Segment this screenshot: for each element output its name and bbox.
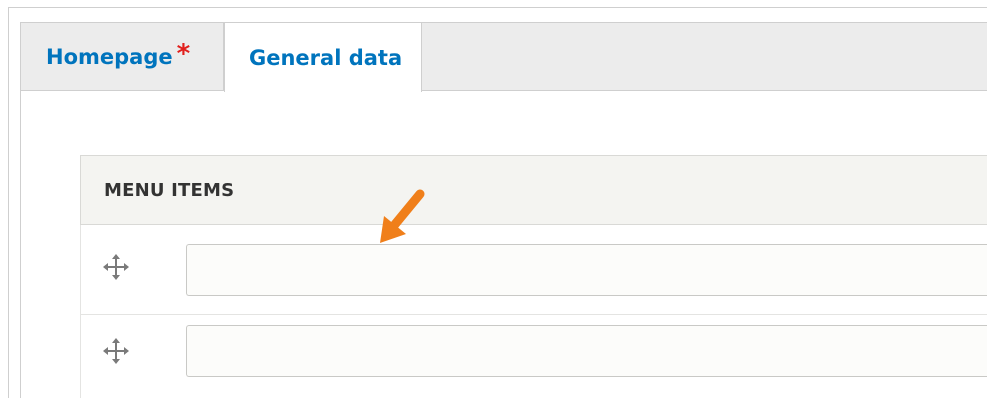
tabs-bar: Homepage * General data bbox=[20, 22, 987, 92]
tab-general-data-label: General data bbox=[249, 45, 403, 70]
tab-homepage-label: Homepage bbox=[46, 45, 173, 69]
required-indicator: * bbox=[176, 39, 191, 69]
menu-item-input[interactable] bbox=[186, 244, 987, 296]
move-arrows-icon[interactable] bbox=[103, 338, 129, 364]
table-row bbox=[80, 315, 987, 398]
menu-item-input[interactable] bbox=[186, 325, 987, 377]
menu-items-header-label: MENU ITEMS bbox=[104, 179, 235, 201]
content-border bbox=[20, 91, 21, 398]
tab-homepage[interactable]: Homepage * bbox=[21, 23, 224, 91]
move-arrows-icon[interactable] bbox=[103, 254, 129, 280]
menu-items-table: MENU ITEMS bbox=[80, 155, 987, 398]
menu-items-header: MENU ITEMS bbox=[80, 155, 987, 225]
table-row bbox=[80, 225, 987, 315]
tab-general-data[interactable]: General data bbox=[224, 23, 422, 92]
